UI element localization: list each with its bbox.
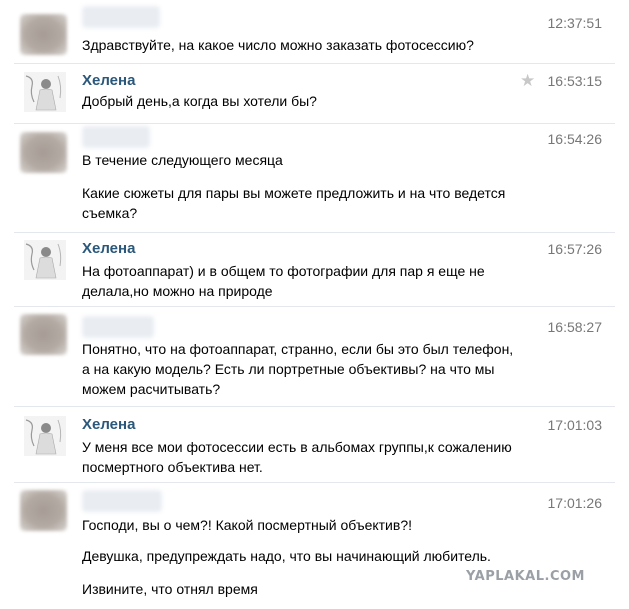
author-name-blurred[interactable] (82, 316, 154, 338)
author-name-blurred[interactable] (82, 126, 150, 148)
avatar-photo[interactable] (24, 416, 66, 456)
author-name[interactable]: Хелена (82, 72, 135, 90)
author-name-blurred[interactable] (82, 6, 160, 28)
divider (14, 232, 615, 233)
message-text: На фотоаппарат) и в общем то фотографии … (82, 263, 485, 299)
message-text: У меня все мои фотосессии есть в альбома… (82, 439, 512, 475)
divider (14, 123, 615, 124)
message-time: 16:57:26 (547, 241, 603, 257)
author-name[interactable]: Хелена (82, 240, 135, 258)
divider (14, 306, 615, 307)
watermark: YAPLAKAL.COM (466, 569, 585, 584)
message-text: Девушка, предупреждать надо, что вы начи… (82, 548, 491, 564)
message-text: Господи, вы о чем?! Какой посмертный объ… (82, 517, 412, 533)
message-text: Какие сюжеты для пары вы можете предложи… (82, 185, 506, 221)
message-text: В течение следующего месяца (82, 152, 283, 168)
message-text: Здравствуйте, на какое число можно заказ… (82, 37, 474, 53)
message-text: Извините, что отнял время (82, 581, 258, 597)
message-time: 16:58:27 (547, 319, 603, 335)
avatar-blurred[interactable] (20, 14, 67, 55)
avatar-blurred[interactable] (20, 490, 67, 531)
avatar-blurred[interactable] (20, 132, 67, 173)
message-text: Добрый день,а когда вы хотели бы? (82, 93, 317, 109)
message-time: 17:01:03 (547, 417, 603, 433)
divider (14, 63, 615, 64)
divider (14, 406, 615, 407)
author-name[interactable]: Хелена (82, 416, 135, 434)
message-time: 16:53:15 (547, 73, 603, 89)
message-time: 12:37:51 (547, 15, 603, 31)
message-time: 16:54:26 (547, 131, 603, 147)
message-time: 17:01:26 (547, 495, 603, 511)
author-name-blurred[interactable] (82, 490, 162, 512)
avatar-blurred[interactable] (20, 314, 67, 355)
avatar-photo[interactable] (24, 72, 66, 112)
avatar-photo[interactable] (24, 240, 66, 280)
message-text: Понятно, что на фотоаппарат, странно, ес… (82, 341, 514, 397)
star-icon[interactable]: ★ (520, 72, 535, 90)
divider (14, 482, 615, 483)
